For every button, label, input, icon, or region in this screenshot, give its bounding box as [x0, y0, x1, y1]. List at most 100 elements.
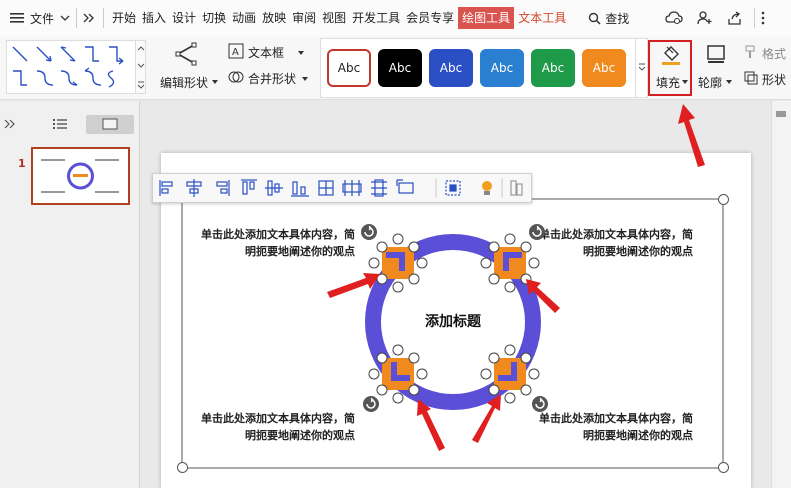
fill-label: 填充	[656, 76, 681, 90]
tab-drawing-tools[interactable]: 绘图工具	[458, 7, 515, 29]
align-bottom-button[interactable]	[289, 174, 313, 202]
share-icon[interactable]	[727, 11, 742, 25]
tab-review[interactable]: 审阅	[290, 7, 318, 29]
text-line: 明扼要地阐述你的观点	[245, 245, 355, 258]
align-toolbar	[152, 173, 532, 203]
style-swatch-blue[interactable]: Abc	[480, 49, 524, 87]
format-painter-button[interactable]: 格式	[744, 44, 791, 62]
text-block-top-right[interactable]: 单击此处添加文本具体内容，简 明扼要地阐述你的观点	[539, 226, 693, 260]
slide-canvas: 添加标题 单击此处添加文本具体内容，简 明扼要地阐述你的观点 单击此处添加文本具…	[141, 101, 771, 488]
marker-shape-top-right[interactable]	[480, 233, 540, 293]
search-label: 查找	[605, 11, 630, 26]
expand-gallery-icon	[137, 81, 145, 89]
slide-title[interactable]: 添加标题	[417, 311, 489, 331]
group-button[interactable]	[441, 174, 465, 202]
shape-effect-button[interactable]: 形状	[744, 70, 791, 88]
rotate-handle-icon[interactable]	[531, 395, 549, 413]
tab-start[interactable]: 开始	[110, 7, 138, 29]
distribute-button[interactable]	[315, 174, 339, 202]
cloud-sync-icon[interactable]	[665, 11, 683, 25]
ribbon: 编辑形状 A 文本框 合并形状 Abc Abc Abc Abc Abc Abc 填充 轮廓…	[0, 36, 791, 100]
outline-label: 轮廓	[698, 76, 723, 90]
tab-design[interactable]: 设计	[170, 7, 198, 29]
tab-animation[interactable]: 动画	[230, 7, 258, 29]
outline-button[interactable]: 轮廓	[696, 40, 736, 96]
merge-shape-icon	[228, 71, 244, 83]
add-user-icon[interactable]	[697, 11, 713, 25]
resize-frame-button[interactable]	[393, 174, 417, 202]
align-right-button[interactable]	[211, 174, 235, 202]
align-center-button[interactable]	[181, 174, 205, 202]
tab-slideshow[interactable]: 放映	[260, 7, 288, 29]
marker-shape-top-left[interactable]	[368, 233, 428, 293]
connector-gallery[interactable]	[6, 40, 146, 94]
ribbon-tabs: 开始 插入 设计 切换 动画 放映 审阅 视图 开发工具 会员专享 绘图工具 文…	[110, 7, 568, 29]
merge-shape-button[interactable]: 合并形状	[228, 68, 308, 88]
tab-view[interactable]: 视图	[320, 7, 348, 29]
text-box-icon: A	[228, 43, 244, 59]
scroll-thumb[interactable]	[776, 111, 786, 117]
text-block-bottom-left[interactable]: 单击此处添加文本具体内容，简 明扼要地阐述你的观点	[201, 410, 355, 444]
resize-handle[interactable]	[718, 194, 729, 205]
text-line: 单击此处添加文本具体内容，简	[201, 228, 355, 241]
rotate-handle-icon[interactable]	[360, 223, 378, 241]
align-top-button[interactable]	[237, 174, 261, 202]
style-swatch-orange[interactable]: Abc	[582, 49, 626, 87]
paint-bucket-icon	[662, 46, 680, 65]
gallery-scroll[interactable]	[135, 41, 145, 93]
text-line: 明扼要地阐述你的观点	[583, 429, 693, 442]
text-box-button[interactable]: A 文本框	[228, 42, 304, 62]
outline-view-icon[interactable]	[53, 118, 67, 130]
resize-handle[interactable]	[177, 462, 188, 473]
double-chevron-right-icon[interactable]	[4, 119, 16, 129]
menu-separator	[754, 8, 756, 28]
caret-down-icon	[726, 80, 732, 84]
tab-text-tools[interactable]: 文本工具	[516, 7, 568, 29]
hamburger-icon	[10, 13, 24, 23]
tab-developer[interactable]: 开发工具	[350, 7, 402, 29]
search-button[interactable]: 查找	[588, 10, 629, 27]
slide-thumbnail[interactable]	[31, 147, 130, 205]
align-middle-button[interactable]	[263, 174, 287, 202]
style-swatch-black[interactable]: Abc	[378, 49, 422, 87]
text-line: 明扼要地阐述你的观点	[245, 429, 355, 442]
style-swatch-white[interactable]: Abc	[327, 49, 371, 87]
vertical-scrollbar[interactable]	[771, 101, 791, 488]
chevron-up-icon	[137, 46, 145, 51]
caret-down-icon	[298, 51, 304, 55]
layer-button[interactable]	[505, 174, 529, 202]
chevron-down-icon	[137, 63, 145, 68]
tab-insert[interactable]: 插入	[140, 7, 168, 29]
resize-handle[interactable]	[718, 462, 729, 473]
thumbnail-view-button[interactable]	[86, 115, 134, 134]
distribute-rows-button[interactable]	[367, 174, 391, 202]
slide-thumbnail-preview	[41, 159, 119, 193]
smart-tips-button[interactable]	[475, 174, 499, 202]
edit-shape-button[interactable]: 编辑形状	[156, 40, 218, 96]
text-line: 明扼要地阐述你的观点	[583, 245, 693, 258]
tab-member[interactable]: 会员专享	[404, 7, 456, 29]
text-block-top-left[interactable]: 单击此处添加文本具体内容，简 明扼要地阐述你的观点	[201, 226, 355, 260]
distribute-columns-button[interactable]	[341, 174, 365, 202]
svg-text:A: A	[232, 47, 239, 58]
outline-icon	[707, 45, 725, 63]
more-vertical-icon[interactable]	[761, 11, 765, 25]
file-menu[interactable]: 文件	[0, 0, 70, 36]
rotate-handle-icon[interactable]	[362, 395, 380, 413]
style-swatch-dark-blue[interactable]: Abc	[429, 49, 473, 87]
expand-gallery-icon	[638, 63, 646, 71]
style-gallery-scroll[interactable]	[635, 39, 647, 97]
double-chevron-right-icon[interactable]	[83, 13, 95, 23]
text-box-label: 文本框	[248, 46, 285, 60]
style-swatch-green[interactable]: Abc	[531, 49, 575, 87]
rotate-handle-icon[interactable]	[528, 223, 546, 241]
fill-button[interactable]: 填充	[648, 40, 692, 96]
align-left-button[interactable]	[153, 174, 177, 202]
text-block-bottom-right[interactable]: 单击此处添加文本具体内容，简 明扼要地阐述你的观点	[539, 410, 693, 444]
text-line: 单击此处添加文本具体内容，简	[539, 228, 693, 241]
format-label: 格式	[762, 47, 787, 61]
thumbnail-view-icon	[102, 118, 118, 130]
slides-panel: 1	[0, 101, 140, 488]
menu-separator	[76, 8, 78, 28]
tab-transition[interactable]: 切换	[200, 7, 228, 29]
